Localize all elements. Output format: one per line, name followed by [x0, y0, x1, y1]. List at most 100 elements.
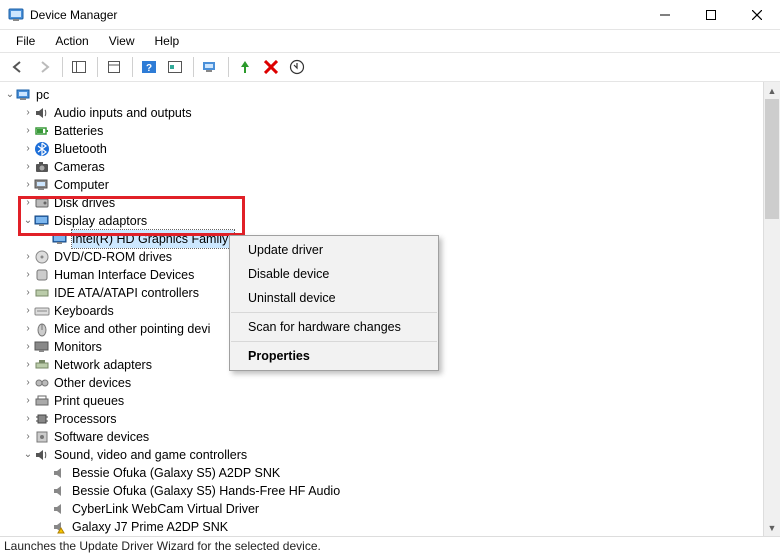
speaker-warning-icon	[52, 519, 68, 535]
tree-item-sound-child[interactable]: CyberLink WebCam Virtual Driver	[0, 500, 780, 518]
expander-icon[interactable]: ›	[22, 122, 34, 140]
tree-item-display-adapters[interactable]: ⌄ Display adaptors	[0, 212, 780, 230]
tree-label: Display adaptors	[54, 212, 153, 230]
expander-icon[interactable]: ›	[22, 338, 34, 356]
hid-icon	[34, 267, 50, 283]
tree-item-sound-child[interactable]: Galaxy J7 Prime A2DP SNK	[0, 518, 780, 536]
menu-help[interactable]: Help	[145, 32, 190, 50]
speaker-icon	[34, 447, 50, 463]
expander-icon[interactable]: ›	[22, 194, 34, 212]
expander-icon[interactable]: ›	[22, 176, 34, 194]
expander-icon[interactable]: ›	[22, 248, 34, 266]
context-menu: Update driver Disable device Uninstall d…	[229, 235, 439, 371]
menu-file[interactable]: File	[6, 32, 45, 50]
context-scan-hardware[interactable]: Scan for hardware changes	[230, 315, 438, 339]
expander-icon[interactable]: ›	[22, 374, 34, 392]
tree-item-batteries[interactable]: ›Batteries	[0, 122, 780, 140]
expander-icon[interactable]: ›	[22, 392, 34, 410]
uninstall-button[interactable]	[259, 55, 283, 79]
forward-button[interactable]	[32, 55, 56, 79]
tree-label: Galaxy J7 Prime A2DP SNK	[72, 518, 234, 536]
expander-icon[interactable]: ›	[22, 356, 34, 374]
tree-label: Other devices	[54, 374, 137, 392]
expander-icon[interactable]: ›	[22, 266, 34, 284]
window-title: Device Manager	[30, 8, 642, 22]
context-properties[interactable]: Properties	[230, 344, 438, 368]
expander-icon[interactable]: ›	[22, 158, 34, 176]
tree-label: Processors	[54, 410, 123, 428]
scroll-up-button[interactable]: ▲	[764, 82, 780, 99]
expander-icon[interactable]: ›	[22, 284, 34, 302]
tree-label: Mice and other pointing devi	[54, 320, 216, 338]
computer-icon	[16, 87, 32, 103]
toolbar: ?	[0, 52, 780, 82]
scroll-down-button[interactable]: ▼	[764, 519, 780, 536]
other-icon	[34, 375, 50, 391]
speaker-icon	[34, 105, 50, 121]
tree-label: IDE ATA/ATAPI controllers	[54, 284, 205, 302]
tree-item-disk-drives[interactable]: ›Disk drives	[0, 194, 780, 212]
context-separator	[231, 312, 437, 313]
tree-item-cameras[interactable]: › Cameras	[0, 158, 780, 176]
tree-label: Bessie Ofuka (Galaxy S5) Hands-Free HF A…	[72, 482, 346, 500]
tree-item-other[interactable]: › Other devices	[0, 374, 780, 392]
minimize-button[interactable]	[642, 0, 688, 30]
titlebar: Device Manager	[0, 0, 780, 30]
tree-label: CyberLink WebCam Virtual Driver	[72, 500, 265, 518]
scan-hardware-button[interactable]	[198, 55, 222, 79]
status-bar: Launches the Update Driver Wizard for th…	[0, 536, 780, 554]
disk-icon	[34, 195, 50, 211]
tree-label: Cameras	[54, 158, 111, 176]
expander-icon[interactable]: ›	[22, 428, 34, 446]
tree-label: Human Interface Devices	[54, 266, 200, 284]
show-hide-tree-button[interactable]	[67, 55, 91, 79]
tree-label: Network adapters	[54, 356, 158, 374]
vertical-scrollbar[interactable]: ▲ ▼	[763, 82, 780, 536]
status-text: Launches the Update Driver Wizard for th…	[4, 539, 321, 553]
menu-view[interactable]: View	[99, 32, 145, 50]
speaker-icon	[52, 501, 68, 517]
properties-button[interactable]	[102, 55, 126, 79]
update-driver-button[interactable]	[285, 55, 309, 79]
menu-action[interactable]: Action	[45, 32, 98, 50]
tree-item-bluetooth[interactable]: ›Bluetooth	[0, 140, 780, 158]
dvd-icon	[34, 249, 50, 265]
enable-device-button[interactable]	[233, 55, 257, 79]
svg-text:?: ?	[146, 63, 152, 74]
context-uninstall-device[interactable]: Uninstall device	[230, 286, 438, 310]
tree-root[interactable]: ⌄ pc	[0, 86, 780, 104]
maximize-button[interactable]	[688, 0, 734, 30]
toolbar-separator	[228, 57, 229, 77]
context-disable-device[interactable]: Disable device	[230, 262, 438, 286]
content-pane: ⌄ pc ›Audio inputs and outputs ›Batterie…	[0, 82, 780, 536]
tree-item-computer[interactable]: › Computer	[0, 176, 780, 194]
expander-icon[interactable]: ›	[22, 104, 34, 122]
printer-icon	[34, 393, 50, 409]
toolbar-separator	[97, 57, 98, 77]
tree-label: Computer	[54, 176, 115, 194]
tree-item-print[interactable]: ›Print queues	[0, 392, 780, 410]
expander-icon[interactable]: ›	[22, 302, 34, 320]
tree-item-sound-child[interactable]: Bessie Ofuka (Galaxy S5) Hands-Free HF A…	[0, 482, 780, 500]
expander-icon[interactable]: ›	[22, 410, 34, 428]
tree-label: Software devices	[54, 428, 155, 446]
scrollbar-thumb[interactable]	[765, 99, 779, 219]
tree-item-processors[interactable]: › Processors	[0, 410, 780, 428]
action-button[interactable]	[163, 55, 187, 79]
tree-item-software[interactable]: › Software devices	[0, 428, 780, 446]
display-icon	[34, 213, 50, 229]
expander-icon[interactable]: ⌄	[22, 446, 34, 464]
expander-icon[interactable]: ⌄	[4, 86, 16, 104]
tree-label: Keyboards	[54, 302, 120, 320]
expander-icon[interactable]: ⌄	[22, 212, 34, 230]
expander-icon[interactable]: ›	[22, 140, 34, 158]
back-button[interactable]	[6, 55, 30, 79]
tree-item-sound[interactable]: ⌄Sound, video and game controllers	[0, 446, 780, 464]
tree-item-audio-io[interactable]: ›Audio inputs and outputs	[0, 104, 780, 122]
toolbar-separator	[193, 57, 194, 77]
context-update-driver[interactable]: Update driver	[230, 238, 438, 262]
expander-icon[interactable]: ›	[22, 320, 34, 338]
tree-item-sound-child[interactable]: Bessie Ofuka (Galaxy S5) A2DP SNK	[0, 464, 780, 482]
close-button[interactable]	[734, 0, 780, 30]
help-button[interactable]: ?	[137, 55, 161, 79]
